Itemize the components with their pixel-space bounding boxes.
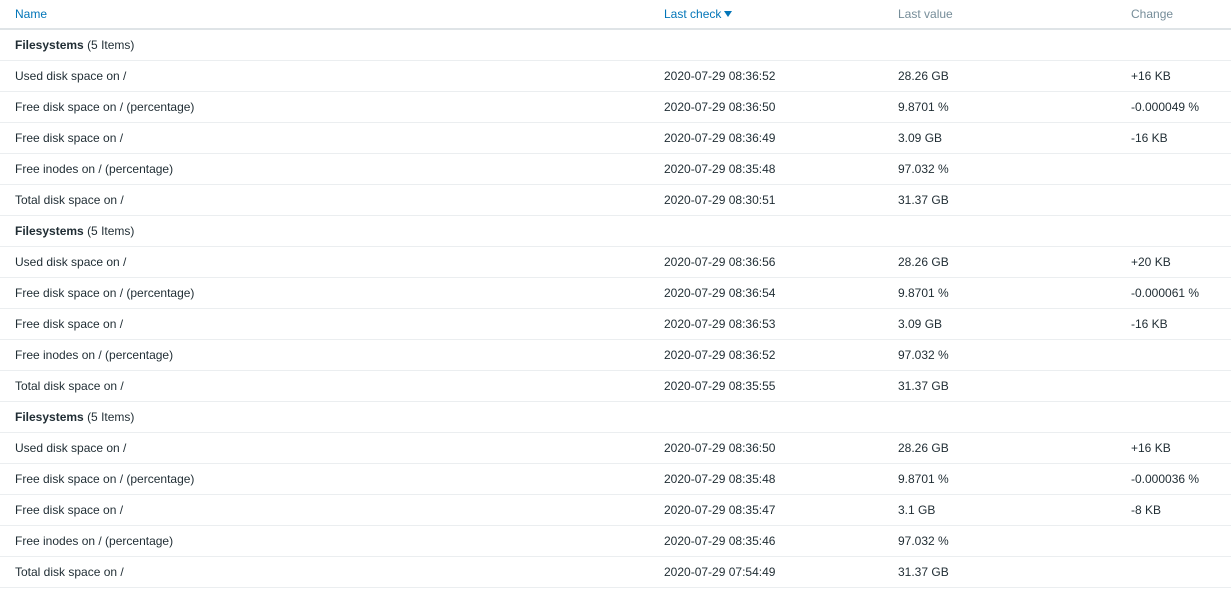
table-row: Free disk space on /2020-07-29 08:36:49 3… [0,122,1231,154]
column-header-last-check[interactable]: Last check [649,0,883,30]
table-row: Free inodes on / (percentage) 2020-07-29 … [0,339,1231,371]
table-row: Free inodes on / (percentage) 2020-07-29 … [0,525,1231,557]
last-value-cell: 28.26 GB [883,246,1116,278]
item-name-cell: Total disk space on / [0,370,649,402]
column-header-last-value: Last value [883,0,1116,30]
last-check-cell: 2020-07-29 08:36:54 [649,277,883,309]
last-value-cell: 3.09 GB [883,308,1116,340]
change-cell: -0.000036 % [1116,463,1231,495]
table-row: Used disk space on /2020-07-29 08:36:52 2… [0,60,1231,92]
last-value-cell: 28.26 GB [883,60,1116,92]
table-row: Total disk space on /2020-07-29 07:54:49… [0,556,1231,588]
item-name-cell: Free disk space on / [0,308,649,340]
sort-by-last-check-link[interactable]: Last check [664,7,721,21]
last-check-cell: 2020-07-29 08:36:50 [649,432,883,464]
change-cell [1116,339,1231,371]
group-item-count: (5 Items) [87,38,135,52]
last-value-cell: 3.1 GB [883,494,1116,526]
last-check-cell: 2020-07-29 08:36:56 [649,246,883,278]
last-value-cell: 9.8701 % [883,277,1116,309]
table-row: Used disk space on /2020-07-29 08:36:50 2… [0,432,1231,464]
last-value-cell: 31.37 GB [883,184,1116,216]
group-cell: Filesystems (5 Items) [0,215,1231,247]
column-header-change: Change [1116,0,1231,30]
change-cell: -0.000061 % [1116,277,1231,309]
table-row: Free disk space on / (percentage) 2020-07… [0,463,1231,495]
last-check-cell: 2020-07-29 08:36:50 [649,91,883,123]
last-check-cell: 2020-07-29 08:35:55 [649,370,883,402]
item-name-cell: Free disk space on / [0,494,649,526]
group-cell: Filesystems (5 Items) [0,401,1231,433]
sort-desc-arrow-icon [724,11,733,17]
last-check-cell: 2020-07-29 08:35:46 [649,525,883,557]
latest-data-table: Name Last check Last value Change Filesy… [0,0,1231,588]
table-header-row: Name Last check Last value Change [0,0,1231,30]
group-row: Filesystems (5 Items) [0,29,1231,61]
item-name-cell: Free disk space on / [0,122,649,154]
group-row: Filesystems (5 Items) [0,215,1231,247]
table-row: Used disk space on /2020-07-29 08:36:56 2… [0,246,1231,278]
item-name-cell: Used disk space on / [0,432,649,464]
item-name-cell: Free inodes on / (percentage) [0,339,649,371]
last-check-cell: 2020-07-29 08:36:52 [649,60,883,92]
group-cell: Filesystems (5 Items) [0,29,1231,61]
change-cell: -0.000049 % [1116,91,1231,123]
last-check-cell: 2020-07-29 07:54:49 [649,556,883,588]
last-check-cell: 2020-07-29 08:35:48 [649,463,883,495]
last-value-cell: 28.26 GB [883,432,1116,464]
item-name-cell: Free disk space on / (percentage) [0,463,649,495]
sort-by-name-link[interactable]: Name [15,7,47,21]
item-name-cell: Free disk space on / (percentage) [0,91,649,123]
change-cell: +16 KB [1116,60,1231,92]
last-value-cell: 31.37 GB [883,370,1116,402]
last-check-cell: 2020-07-29 08:36:53 [649,308,883,340]
change-cell [1116,556,1231,588]
table-row: Total disk space on /2020-07-29 08:35:55… [0,370,1231,402]
group-row: Filesystems (5 Items) [0,401,1231,433]
last-check-cell: 2020-07-29 08:36:52 [649,339,883,371]
last-value-cell: 9.8701 % [883,91,1116,123]
group-name: Filesystems [15,38,84,52]
last-check-cell: 2020-07-29 08:35:47 [649,494,883,526]
last-value-cell: 97.032 % [883,525,1116,557]
column-header-name[interactable]: Name [0,0,649,30]
last-value-cell: 3.09 GB [883,122,1116,154]
change-cell [1116,184,1231,216]
table-row: Free inodes on / (percentage) 2020-07-29 … [0,153,1231,185]
group-name: Filesystems [15,224,84,238]
last-check-cell: 2020-07-29 08:36:49 [649,122,883,154]
table-row: Free disk space on / (percentage) 2020-07… [0,277,1231,309]
table-row: Total disk space on /2020-07-29 08:30:51… [0,184,1231,216]
last-value-cell: 97.032 % [883,153,1116,185]
table-row: Free disk space on /2020-07-29 08:36:53 3… [0,308,1231,340]
change-cell: -16 KB [1116,308,1231,340]
item-name-cell: Free inodes on / (percentage) [0,153,649,185]
last-value-cell: 97.032 % [883,339,1116,371]
group-item-count: (5 Items) [87,224,135,238]
change-cell [1116,370,1231,402]
item-name-cell: Total disk space on / [0,556,649,588]
group-item-count: (5 Items) [87,410,135,424]
change-cell: -16 KB [1116,122,1231,154]
change-cell [1116,525,1231,557]
last-value-cell: 9.8701 % [883,463,1116,495]
table-body: Filesystems (5 Items) Used disk space on … [0,29,1231,588]
item-name-cell: Total disk space on / [0,184,649,216]
item-name-cell: Used disk space on / [0,246,649,278]
last-value-cell: 31.37 GB [883,556,1116,588]
last-check-cell: 2020-07-29 08:30:51 [649,184,883,216]
change-cell: +20 KB [1116,246,1231,278]
change-cell: -8 KB [1116,494,1231,526]
change-cell [1116,153,1231,185]
group-name: Filesystems [15,410,84,424]
item-name-cell: Used disk space on / [0,60,649,92]
last-check-cell: 2020-07-29 08:35:48 [649,153,883,185]
change-cell: +16 KB [1116,432,1231,464]
table-row: Free disk space on /2020-07-29 08:35:47 3… [0,494,1231,526]
item-name-cell: Free inodes on / (percentage) [0,525,649,557]
table-row: Free disk space on / (percentage) 2020-07… [0,91,1231,123]
item-name-cell: Free disk space on / (percentage) [0,277,649,309]
